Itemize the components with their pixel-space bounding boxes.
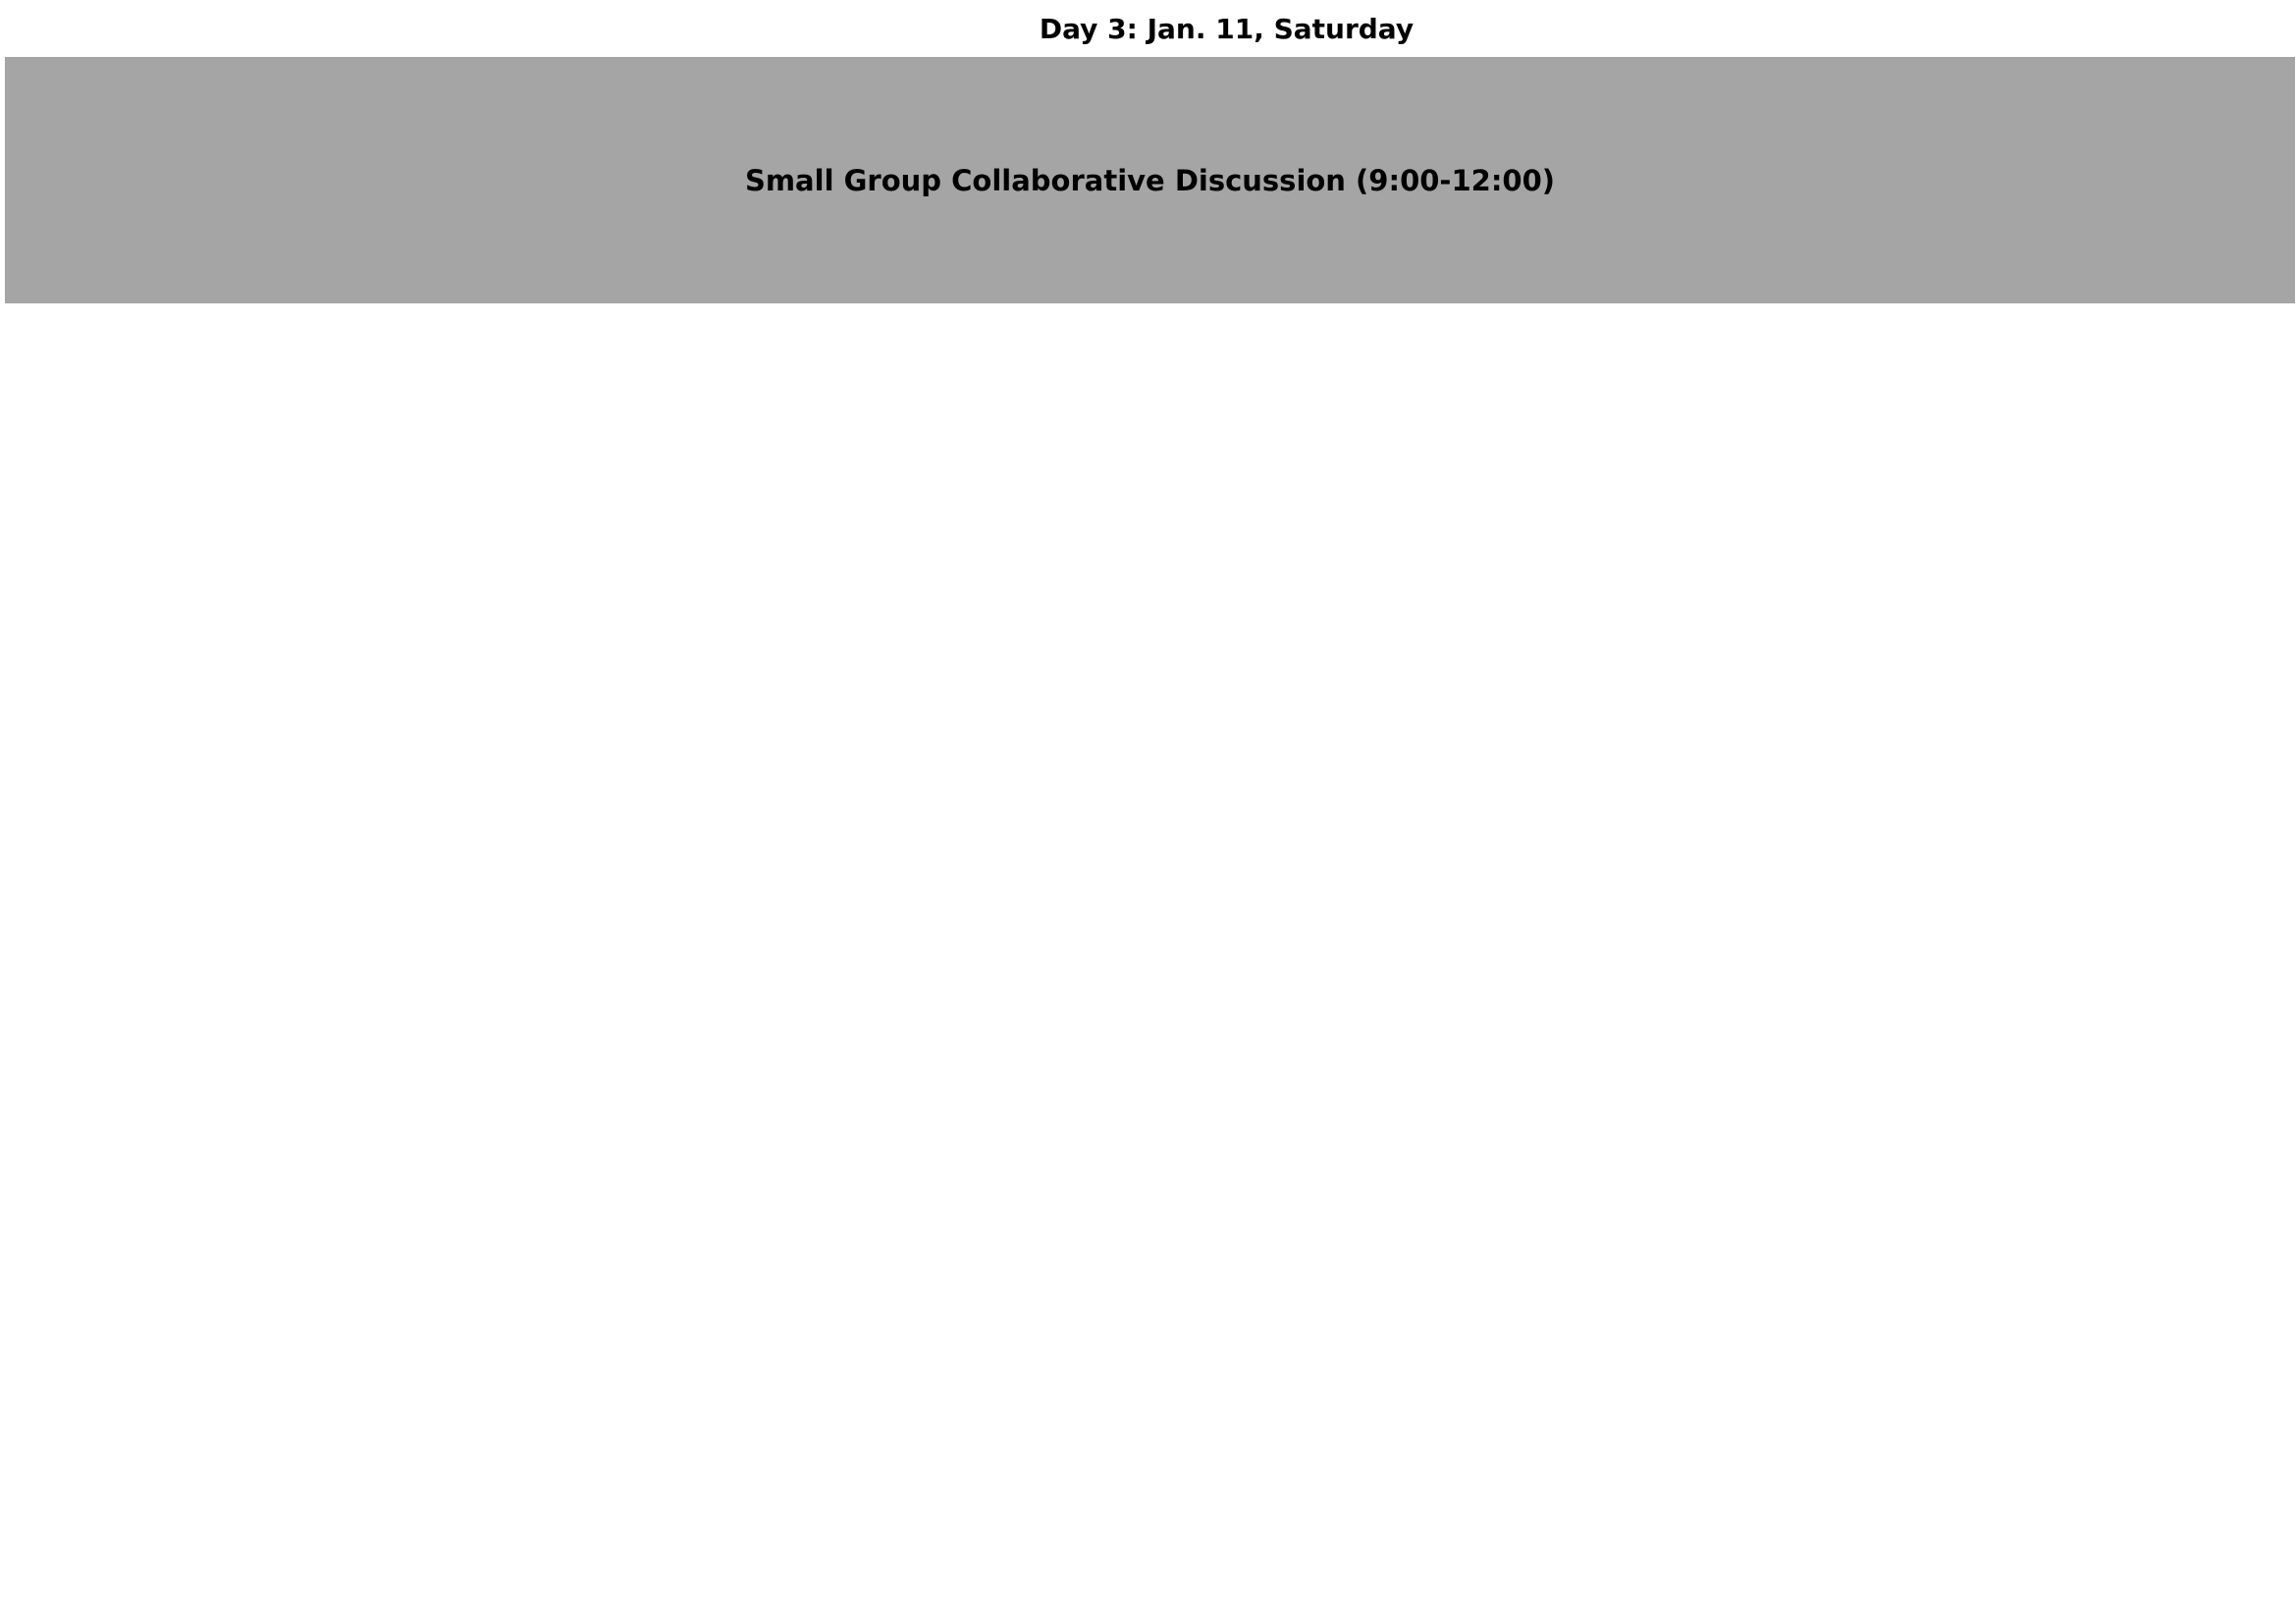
session-block-small-group-discussion: Small Group Collaborative Discussion (9:… xyxy=(5,57,2295,303)
day-title: Day 3: Jan. 11, Saturday xyxy=(1039,12,1415,45)
session-label: Small Group Collaborative Discussion (9:… xyxy=(744,163,1556,197)
